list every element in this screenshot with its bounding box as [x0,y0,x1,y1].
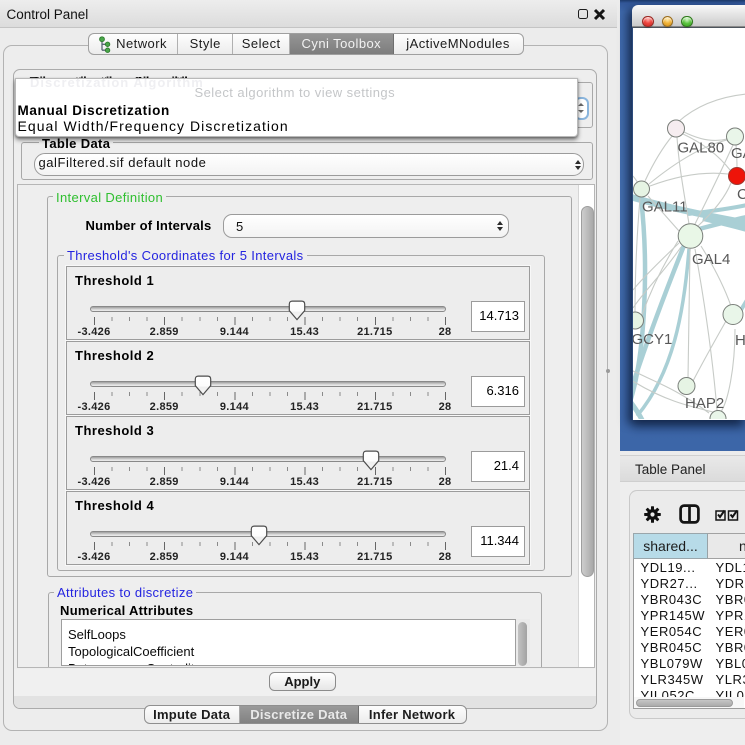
svg-text:CDC1: CDC1 [737,186,745,203]
svg-text:GAL4: GAL4 [692,251,730,268]
svg-text:HAP2: HAP2 [685,395,724,412]
svg-text:GCY1: GCY1 [633,331,672,348]
svg-text:GAL2: GAL2 [731,145,745,162]
svg-text:GAL11: GAL11 [642,199,688,216]
svg-text:HTB1: HTB1 [735,332,745,349]
svg-text:GAL80: GAL80 [678,140,725,157]
